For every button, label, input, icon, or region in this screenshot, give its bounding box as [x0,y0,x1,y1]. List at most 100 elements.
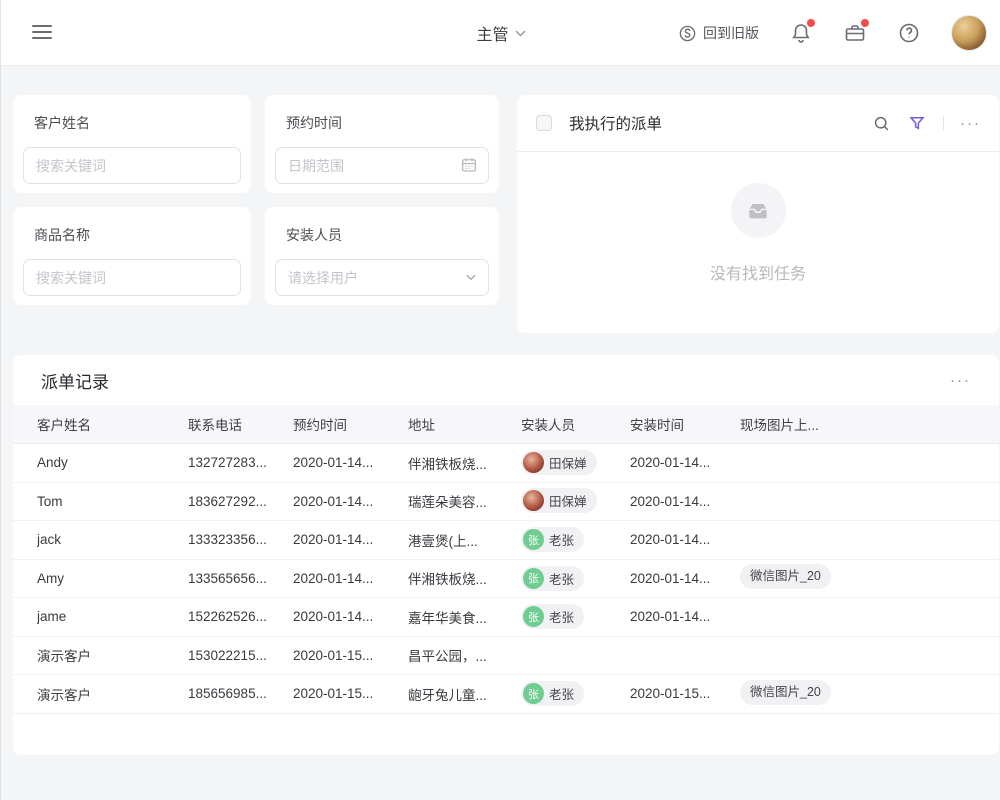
column-header: 地址 [408,414,521,434]
cell-install-time: 2020-01-14... [630,609,740,624]
installer-select[interactable] [275,259,489,296]
installer-avatar [523,452,544,473]
installer-pill: 张 老张 [521,527,584,552]
product-name-input[interactable] [23,259,241,296]
filter-label: 客户姓名 [34,113,241,133]
user-avatar[interactable] [951,15,987,51]
filter-label: 商品名称 [34,225,241,245]
cell-phone: 153022215... [188,648,293,663]
search-button[interactable] [871,113,891,133]
table-header-row: 客户姓名 联系电话 预约时间 地址 安装人员 安装时间 现场图片上... [13,405,999,444]
menu-icon[interactable] [32,25,52,41]
site-photo-pill[interactable]: 微信图片_20 [740,564,831,589]
cell-address: 港壹煲(上... [408,530,521,550]
column-header: 安装人员 [521,414,630,434]
cell-installer: 田保婵 [521,488,630,514]
cell-appointment-time: 2020-01-14... [293,571,408,586]
table-row[interactable]: 演示客户 185656985... 2020-01-15... 龅牙兔儿童...… [13,675,999,714]
table-row[interactable]: Tom 183627292... 2020-01-14... 瑞莲朵美容... … [13,483,999,522]
filter-card-product-name: 商品名称 [13,207,251,305]
column-header: 预约时间 [293,414,408,434]
my-dispatch-panel-header: 我执行的派单 ··· [517,95,999,152]
customer-name-input[interactable] [23,147,241,184]
column-header: 现场图片上... [740,414,999,434]
table-more-button[interactable]: ··· [950,373,971,388]
cell-customer-name: 演示客户 [37,645,188,665]
installer-name: 老张 [549,530,574,549]
column-header: 联系电话 [188,414,293,434]
cell-address: 龅牙兔儿童... [408,684,521,704]
table-titlebar: 派单记录 ··· [13,355,999,405]
table-row[interactable]: jame 152262526... 2020-01-14... 嘉年华美食...… [13,598,999,637]
cell-site-photo: 微信图片_20 [740,680,999,708]
installer-avatar: 张 [523,529,544,550]
installer-pill: 田保婵 [521,488,597,513]
installer-avatar: 张 [523,568,544,589]
panel-title: 我执行的派单 [569,112,871,134]
role-title: 主管 [476,21,508,45]
workbench-dot [861,19,869,27]
cell-installer: 田保婵 [521,450,630,476]
cell-address: 瑞莲朵美容... [408,491,521,511]
dispatch-records-card: 派单记录 ··· 客户姓名 联系电话 预约时间 地址 安装人员 安装时间 现场图… [13,355,999,755]
cell-customer-name: Andy [37,455,188,470]
date-range-input[interactable] [275,147,489,184]
back-to-old-version-button[interactable]: 回到旧版 [678,23,759,43]
inbox-icon [745,198,771,224]
empty-circle [731,183,786,238]
filter-card-appointment-time: 预约时间 [265,95,499,193]
help-button[interactable] [897,21,921,45]
installer-pill: 田保婵 [521,450,597,475]
notifications-button[interactable] [789,21,813,45]
my-dispatch-panel: 我执行的派单 ··· 没有找到任务 [517,95,999,333]
installer-avatar [523,490,544,511]
installer-pill: 张 老张 [521,566,584,591]
cell-phone: 133323356... [188,532,293,547]
topbar: 主管 回到旧版 [1,0,1000,66]
installer-avatar: 张 [523,683,544,704]
notification-dot [807,19,815,27]
installer-pill: 张 老张 [521,604,584,629]
installer-name: 田保婵 [549,491,587,510]
help-icon [897,21,921,45]
empty-text: 没有找到任务 [517,260,999,284]
table-title: 派单记录 [41,368,950,393]
cell-phone: 185656985... [188,686,293,701]
filter-card-installer: 安装人员 [265,207,499,305]
cell-phone: 183627292... [188,494,293,509]
select-all-checkbox[interactable] [536,115,552,131]
cell-address: 昌平公园，... [408,645,521,665]
cell-address: 嘉年华美食... [408,607,521,627]
cell-customer-name: jack [37,532,188,547]
cell-installer: 张 老张 [521,566,630,591]
cell-installer: 张 老张 [521,604,630,629]
cell-address: 伴湘铁板烧... [408,568,521,588]
cell-customer-name: Tom [37,494,188,509]
cell-install-time: 2020-01-14... [630,455,740,470]
cell-installer: 张 老张 [521,527,630,552]
cell-phone: 133565656... [188,571,293,586]
cell-install-time: 2020-01-14... [630,532,740,547]
filter-button[interactable] [907,113,927,133]
divider [943,116,944,131]
cell-site-photo: 微信图片_20 [740,564,999,592]
installer-pill: 张 老张 [521,681,584,706]
filter-label: 安装人员 [286,225,489,245]
empty-state: 没有找到任务 [517,183,999,284]
role-dropdown[interactable]: 主管 [476,21,525,45]
chevron-down-icon [515,30,526,37]
chevron-down-icon [464,270,478,284]
site-photo-pill[interactable]: 微信图片_20 [740,680,831,705]
cell-appointment-time: 2020-01-14... [293,494,408,509]
more-button[interactable]: ··· [960,116,981,131]
workbench-button[interactable] [843,21,867,45]
switch-version-icon [678,24,697,43]
table-row[interactable]: 演示客户 153022215... 2020-01-15... 昌平公园，... [13,637,999,676]
cell-appointment-time: 2020-01-15... [293,686,408,701]
cell-customer-name: 演示客户 [37,684,188,704]
table-row[interactable]: Amy 133565656... 2020-01-14... 伴湘铁板烧... … [13,560,999,599]
table-row[interactable]: jack 133323356... 2020-01-14... 港壹煲(上...… [13,521,999,560]
filter-card-customer-name: 客户姓名 [13,95,251,193]
table-row[interactable]: Andy 132727283... 2020-01-14... 伴湘铁板烧...… [13,444,999,483]
cell-install-time: 2020-01-14... [630,494,740,509]
